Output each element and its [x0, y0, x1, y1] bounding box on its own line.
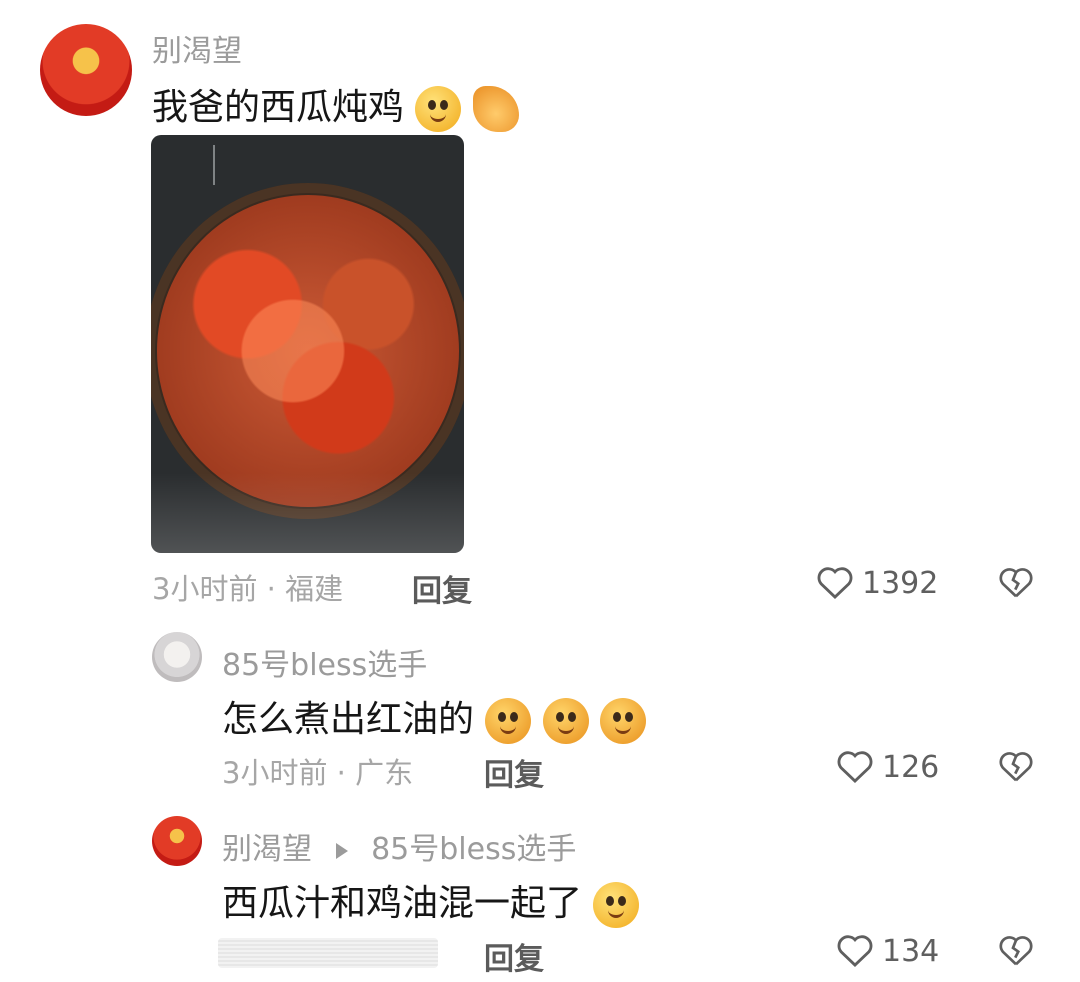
- broken-heart-icon: [999, 752, 1033, 782]
- comment-location: 福建: [285, 572, 344, 606]
- meta-separator: ·: [266, 572, 276, 606]
- crying-emoji-icon: [600, 698, 647, 744]
- comment-meta: 3小时前 · 福建: [152, 566, 343, 608]
- reply-button[interactable]: 回复: [484, 934, 544, 978]
- reply-arrow-icon: [335, 842, 348, 859]
- heart-icon: [817, 567, 853, 600]
- heart-icon: [837, 935, 873, 968]
- like-button[interactable]: [836, 932, 874, 972]
- like-count: 126: [882, 750, 940, 785]
- comment-time: 3小时前: [152, 572, 258, 606]
- comment-photo[interactable]: [151, 135, 464, 553]
- comment-meta: 3小时前 · 广东: [222, 750, 413, 792]
- crying-emoji-icon: [542, 698, 589, 744]
- reply-button[interactable]: 回复: [484, 750, 544, 794]
- broken-heart-icon: [999, 936, 1033, 966]
- dislike-button[interactable]: [998, 932, 1034, 972]
- avatar[interactable]: [40, 24, 132, 116]
- comment-username-line: 别渴望 85号bless选手: [222, 824, 576, 868]
- reply-to-username[interactable]: 85号bless选手: [371, 832, 576, 867]
- reply-button[interactable]: 回复: [412, 566, 472, 610]
- pleading-hand-emoji-icon: [472, 86, 519, 132]
- photo-glare: [151, 473, 464, 553]
- smile-emoji-icon: [593, 882, 640, 928]
- comment-body: 怎么煮出红油的: [222, 699, 475, 740]
- comment-body: 西瓜汁和鸡油混一起了: [222, 883, 583, 924]
- comment-text: 西瓜汁和鸡油混一起了: [222, 874, 640, 928]
- meta-separator: ·: [336, 756, 346, 790]
- like-count: 134: [882, 934, 940, 969]
- comment-username[interactable]: 85号bless选手: [222, 640, 427, 684]
- avatar[interactable]: [152, 816, 202, 866]
- dislike-button[interactable]: [998, 564, 1034, 604]
- redacted-meta: [218, 938, 438, 968]
- comment-username[interactable]: 别渴望: [152, 26, 242, 70]
- avatar[interactable]: [152, 632, 202, 682]
- comment-time: 3小时前: [222, 756, 328, 790]
- comment-location: 广东: [355, 756, 414, 790]
- like-button[interactable]: [836, 748, 874, 788]
- like-count: 1392: [862, 566, 939, 601]
- heart-icon: [837, 751, 873, 784]
- like-button[interactable]: [816, 564, 854, 604]
- comment-text: 怎么煮出红油的: [222, 690, 647, 744]
- soup: [157, 195, 459, 507]
- comment-text: 我爸的西瓜炖鸡: [152, 78, 519, 132]
- pot-measure-marks: [213, 145, 275, 185]
- smile-emoji-icon: [415, 86, 462, 132]
- comment-username[interactable]: 别渴望: [222, 832, 312, 867]
- crying-emoji-icon: [485, 698, 532, 744]
- broken-heart-icon: [999, 568, 1033, 598]
- comment-body: 我爸的西瓜炖鸡: [152, 87, 405, 128]
- dislike-button[interactable]: [998, 748, 1034, 788]
